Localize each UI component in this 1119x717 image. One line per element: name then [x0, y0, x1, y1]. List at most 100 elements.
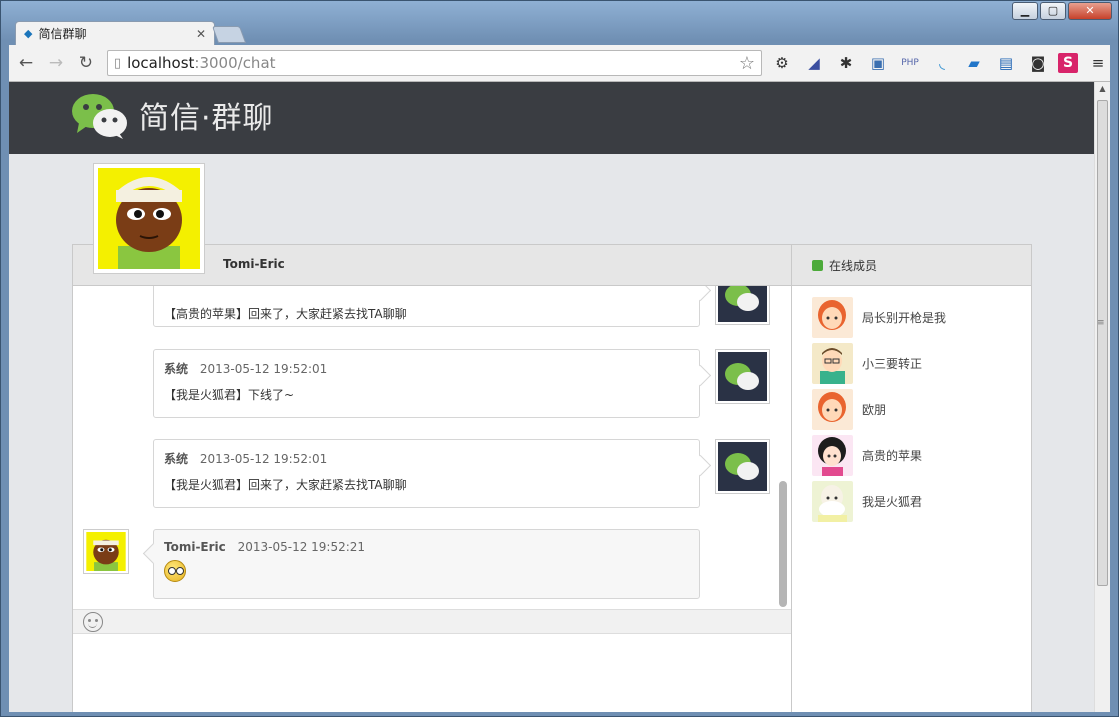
url-host: localhost	[127, 54, 195, 72]
message-item: 系统 2013-05-12 19:52:01 【我是火狐君】下线了~	[153, 349, 700, 418]
old-man-avatar-icon	[818, 485, 847, 522]
reload-button[interactable]: ↻	[73, 50, 99, 76]
member-name: 小三要转正	[862, 357, 923, 371]
tab-title: 简信群聊	[38, 27, 87, 41]
system-avatar	[715, 286, 770, 325]
member-name: 我是火狐君	[862, 495, 923, 509]
members-title: 在线成员	[829, 258, 878, 273]
system-avatar	[715, 349, 770, 404]
surprised-emoji-icon	[164, 560, 186, 582]
message-input[interactable]	[73, 634, 791, 712]
message-meta	[164, 286, 689, 289]
minimize-button[interactable]: ▁	[1012, 2, 1038, 20]
princess-avatar-icon	[818, 437, 846, 476]
wechat-logo-icon	[72, 94, 127, 139]
bug-icon[interactable]: ✱	[834, 51, 858, 75]
member-item[interactable]: 高贵的苹果	[812, 435, 922, 476]
maximize-button[interactable]: ▢	[1040, 2, 1066, 20]
member-avatar	[812, 435, 853, 476]
member-name: 局长别开枪是我	[862, 311, 947, 325]
page-scrollbar-thumb[interactable]	[1097, 100, 1108, 586]
chat-panel: Tomi-Eric 【高贵的苹果】回来了，大家赶紧去找TA聊聊 系统 2013-…	[72, 244, 792, 712]
camera-icon[interactable]: ◙	[1026, 51, 1050, 75]
member-item[interactable]: 小三要转正	[812, 343, 922, 384]
message-meta: 系统 2013-05-12 19:52:01	[164, 450, 689, 467]
extensions-row: ⚙ ◢ ✱ ▣ PHP ◟ ▰ ▤ ◙ S ≡	[770, 51, 1110, 75]
php-icon[interactable]: PHP	[898, 51, 922, 75]
message-time: 2013-05-12 19:52:01	[199, 452, 328, 466]
message-time: 2013-05-12 19:52:01	[199, 362, 328, 376]
member-avatar	[812, 297, 853, 338]
browser-toolbar: ← → ↻ ▯ localhost:3000/chat ☆ ⚙ ◢ ✱ ▣ PH…	[9, 45, 1110, 82]
member-name: 欧朋	[862, 403, 887, 417]
app-title: 简信·群聊	[139, 101, 274, 136]
browser-window: ▁ ▢ ✕ ◆ 简信群聊 ✕ ← → ↻ ▯ localhost:3000/ch…	[0, 0, 1119, 717]
message-sender: 系统	[164, 452, 189, 466]
message-sender: Tomi-Eric	[164, 540, 226, 554]
back-button[interactable]: ←	[13, 50, 39, 76]
wechat-system-icon	[725, 453, 759, 480]
current-user-avatar[interactable]	[93, 163, 205, 274]
message-scrollbar-thumb[interactable]	[779, 481, 787, 607]
member-avatar	[812, 389, 853, 430]
member-item[interactable]: 我是火狐君	[812, 481, 922, 522]
message-text: 【高贵的苹果】回来了，大家赶紧去找TA聊聊	[164, 307, 407, 321]
message-text	[164, 560, 689, 585]
close-button[interactable]: ✕	[1068, 2, 1112, 20]
girl-avatar-icon	[818, 392, 846, 422]
app-header: 简信·群聊	[9, 82, 1094, 154]
message-text: 【我是火狐君】回来了，大家赶紧去找TA聊聊	[164, 478, 407, 492]
extension-icon[interactable]: ◢	[802, 51, 826, 75]
window-extension-icon[interactable]: ▣	[866, 51, 890, 75]
address-bar[interactable]: ▯ localhost:3000/chat ☆	[106, 50, 763, 76]
message-item: 系统 2013-05-12 19:52:01 【我是火狐君】回来了，大家赶紧去找…	[153, 439, 700, 508]
message-meta: Tomi-Eric 2013-05-12 19:52:21	[164, 540, 689, 554]
input-toolbar	[73, 609, 791, 634]
wechat-system-icon	[725, 286, 759, 311]
member-item[interactable]: 欧朋	[812, 389, 886, 430]
message-text: 【我是火狐君】下线了~	[164, 388, 295, 402]
bookmark-star-icon[interactable]: ☆	[739, 53, 755, 74]
tab-strip: ◆ 简信群聊 ✕	[9, 21, 1109, 45]
members-panel: 在线成员 局长别开枪是我 小三要转正 欧朋 高贵的苹果 我是火狐君	[792, 244, 1032, 712]
tab-active[interactable]: ◆ 简信群聊 ✕	[15, 21, 215, 45]
cartoon-avatar-icon	[86, 532, 126, 571]
forward-button[interactable]: →	[43, 50, 69, 76]
message-list[interactable]: 【高贵的苹果】回来了，大家赶紧去找TA聊聊 系统 2013-05-12 19:5…	[73, 286, 791, 609]
tab-close-icon[interactable]: ✕	[196, 27, 206, 41]
chat-title: Tomi-Eric	[223, 257, 285, 271]
system-avatar	[715, 439, 770, 494]
message-sender: 系统	[164, 362, 189, 376]
s-extension-icon[interactable]: S	[1058, 53, 1079, 73]
message-time: 2013-05-12 19:52:21	[237, 540, 366, 554]
wechat-system-icon	[725, 363, 759, 390]
member-avatar	[812, 343, 853, 384]
blue-extension-icon[interactable]: ▰	[962, 51, 986, 75]
cartoon-avatar-icon	[98, 168, 200, 269]
scroll-up-icon[interactable]: ▲	[1095, 82, 1110, 96]
member-name: 高贵的苹果	[862, 449, 923, 463]
url-path: :3000/chat	[194, 54, 276, 72]
member-avatar	[812, 481, 853, 522]
page-viewport: 简信·群聊 Tomi-Eric 【高贵的苹果】回来了，大家赶紧去找TA聊聊 系统…	[9, 82, 1094, 712]
girl-avatar-icon	[818, 300, 846, 330]
message-item: 【高贵的苹果】回来了，大家赶紧去找TA聊聊	[153, 286, 700, 327]
new-tab-button[interactable]	[211, 26, 247, 43]
menu-icon[interactable]: ≡	[1086, 51, 1110, 75]
online-status-icon	[812, 259, 823, 271]
wave-icon[interactable]: ◟	[930, 51, 954, 75]
boy-avatar-icon	[820, 348, 845, 384]
screen-icon[interactable]: ▤	[994, 51, 1018, 75]
message-meta: 系统 2013-05-12 19:52:01	[164, 360, 689, 377]
page-scrollbar[interactable]: ▲ ≡	[1094, 82, 1110, 712]
message-item: Tomi-Eric 2013-05-12 19:52:21	[153, 529, 700, 599]
scroll-grip-icon: ≡	[1097, 318, 1105, 328]
settings-gear-icon[interactable]: ⚙	[770, 51, 794, 75]
window-controls: ▁ ▢ ✕	[1012, 2, 1112, 20]
site-favicon-icon: ◆	[24, 27, 33, 40]
member-item[interactable]: 局长别开枪是我	[812, 297, 946, 338]
my-message-avatar	[83, 529, 129, 574]
page-icon: ▯	[113, 55, 122, 71]
emoji-picker-button[interactable]	[83, 612, 103, 632]
members-header: 在线成员	[792, 245, 1031, 286]
